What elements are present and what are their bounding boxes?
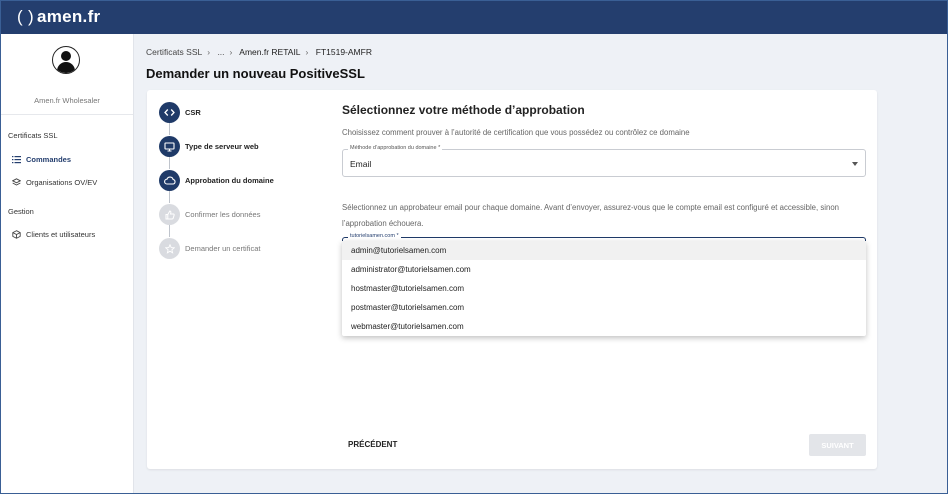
- thumb-up-icon: [159, 204, 180, 225]
- step-csr[interactable]: CSR: [159, 102, 201, 123]
- breadcrumb-current: FT1519-AMFR: [315, 47, 372, 57]
- step-label: Type de serveur web: [185, 142, 259, 151]
- previous-button[interactable]: PRÉCÉDENT: [348, 440, 397, 449]
- page-title: Demander un nouveau PositiveSSL: [146, 66, 365, 81]
- step-label: CSR: [185, 108, 201, 117]
- step-connector: [169, 123, 170, 135]
- field-label: Méthode d’approbation du domaine *: [348, 145, 443, 151]
- sidebar: Amen.fr Wholesaler Certificats SSL Comma…: [1, 34, 134, 493]
- field-value: Email: [350, 159, 372, 169]
- step-connector: [169, 191, 170, 203]
- section-heading: Sélectionnez votre méthode d’approbation: [342, 103, 585, 117]
- dropdown-option[interactable]: hostmaster@tutorielsamen.com: [342, 279, 866, 298]
- cube-icon: [12, 230, 21, 239]
- sidebar-item-label: Commandes: [26, 155, 72, 164]
- hint-text: Sélectionnez un approbateur email pour c…: [342, 203, 839, 228]
- chevron-down-icon[interactable]: [852, 162, 858, 166]
- sidebar-item-commandes[interactable]: Commandes: [12, 155, 71, 164]
- step-request[interactable]: Demander un certificat: [159, 238, 260, 259]
- breadcrumb: Certificats SSL › ... › Amen.fr RETAIL › FT…: [146, 47, 372, 57]
- app-window: ( ) amen.fr Amen.fr Wholesaler Certificat…: [0, 0, 948, 494]
- layers-icon: [11, 178, 22, 187]
- step-connector: [169, 157, 170, 169]
- amen-logo[interactable]: ( ) amen.fr: [17, 7, 100, 27]
- step-label: Approbation du domaine: [185, 176, 274, 185]
- star-icon: [159, 238, 180, 259]
- logo-bracket: ( ): [17, 7, 34, 26]
- step-domain-approval[interactable]: Approbation du domaine: [159, 170, 274, 191]
- logo-text: amen.fr: [36, 7, 101, 26]
- section-title-ssl: Certificats SSL: [8, 131, 58, 140]
- breadcrumb-item[interactable]: ...: [217, 47, 224, 57]
- org-name: Amen.fr Wholesaler: [34, 96, 100, 105]
- step-server-type[interactable]: Type de serveur web: [159, 136, 259, 157]
- step-confirm[interactable]: Confirmer les données: [159, 204, 260, 225]
- breadcrumb-item[interactable]: Amen.fr RETAIL: [239, 47, 300, 57]
- sidebar-item-clients[interactable]: Clients et utilisateurs: [12, 230, 95, 239]
- dropdown-option[interactable]: admin@tutorielsamen.com: [342, 241, 866, 260]
- sidebar-item-label: Clients et utilisateurs: [26, 230, 96, 239]
- sidebar-divider: [1, 114, 133, 115]
- step-connector: [169, 225, 170, 237]
- wizard-card: CSR Type de serveur web Approbation du d…: [147, 90, 877, 469]
- list-icon: [12, 155, 21, 164]
- field-label: tutorielsamen.com *: [348, 233, 401, 239]
- code-icon: [159, 102, 180, 123]
- dropdown-option[interactable]: postmaster@tutorielsamen.com: [342, 298, 866, 317]
- intro-text: Choisissez comment prouver à l’autorité …: [342, 128, 690, 137]
- cloud-icon: [159, 170, 180, 191]
- monitor-icon: [159, 136, 180, 157]
- sidebar-item-label: Organisations OV/EV: [26, 178, 98, 187]
- main-area: Certificats SSL › ... › Amen.fr RETAIL › FT…: [134, 34, 947, 493]
- breadcrumb-item[interactable]: Certificats SSL: [146, 47, 202, 57]
- approval-panel: Sélectionnez votre méthode d’approbation…: [342, 103, 866, 336]
- section-title-gestion: Gestion: [8, 207, 34, 216]
- dropdown-option[interactable]: administrator@tutorielsamen.com: [342, 260, 866, 279]
- next-button[interactable]: SUIVANT: [809, 434, 866, 456]
- step-label: Demander un certificat: [185, 244, 261, 253]
- step-label: Confirmer les données: [185, 210, 261, 219]
- approval-method-select[interactable]: Méthode d’approbation du domaine * Email: [342, 145, 866, 177]
- user-avatar-icon[interactable]: [52, 46, 80, 74]
- approver-dropdown-menu: admin@tutorielsamen.com administrator@tu…: [342, 241, 866, 336]
- top-bar: ( ) amen.fr: [1, 1, 947, 34]
- dropdown-option[interactable]: webmaster@tutorielsamen.com: [342, 317, 866, 336]
- sidebar-item-organisations[interactable]: Organisations OV/EV: [11, 178, 98, 187]
